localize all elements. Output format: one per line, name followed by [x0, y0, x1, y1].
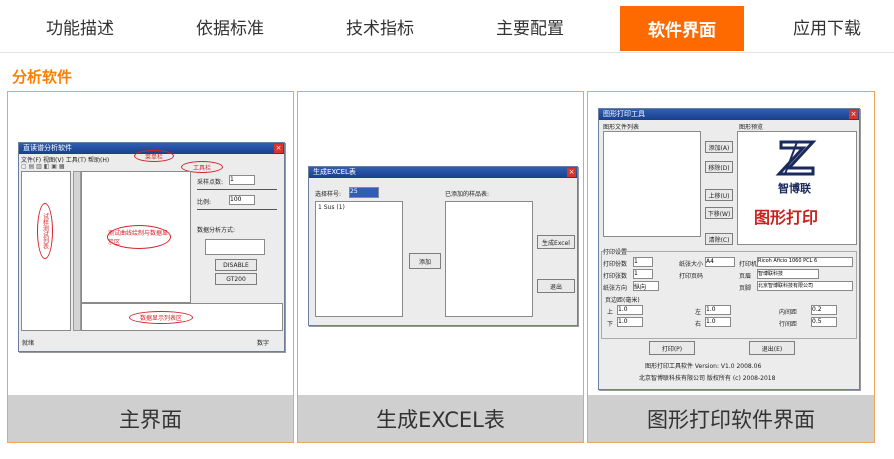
window-title: 图形打印工具	[599, 109, 859, 120]
list-item[interactable]: 1 Sus (1)	[318, 204, 345, 211]
orientation-label: 纸张方向	[603, 285, 628, 292]
screenshot-main-interface: 直读谱分析软件 × 文件(F) 视图(V) 工具(T) 帮助(H) 菜单栏 ▢ …	[8, 92, 293, 395]
printer-label: 打印机	[739, 261, 758, 268]
slider-a[interactable]	[197, 189, 277, 190]
sample-select-label: 选择样号:	[315, 191, 342, 198]
tab-specifications[interactable]: 技术指标	[300, 0, 460, 52]
slider-b[interactable]	[197, 209, 277, 210]
margin-top-input[interactable]: 1.0	[617, 305, 643, 315]
disable-button[interactable]: DISABLE	[215, 259, 257, 271]
margin-left-input[interactable]: 1.0	[705, 305, 731, 315]
header-input[interactable]: 智博联科技	[757, 269, 819, 279]
remove-file-button[interactable]: 移除(D)	[705, 161, 733, 173]
status-left: 就绪	[22, 340, 35, 347]
move-down-button[interactable]: 下移(W)	[705, 207, 733, 219]
screenshot-print-tool: 图形打印工具 × 图形文件列表 图形预览 添加(A) 移除(D) 上移(U) 下…	[588, 92, 874, 395]
copies-label: 打印份数	[603, 261, 628, 268]
bottom-annotation: 数据显示列表区	[129, 311, 193, 324]
added-list-label: 已添加的样品表:	[445, 191, 490, 198]
excel-window: 生成EXCEL表 × 选择样号: 25 已添加的样品表: 1 Sus (1) 添…	[308, 166, 578, 326]
tab-function-description[interactable]: 功能描述	[0, 0, 160, 52]
screenshot-excel-export: 生成EXCEL表 × 选择样号: 25 已添加的样品表: 1 Sus (1) 添…	[298, 92, 583, 395]
add-file-button[interactable]: 添加(A)	[705, 141, 733, 153]
main-window: 直读谱分析软件 × 文件(F) 视图(V) 工具(T) 帮助(H) 菜单栏 ▢ …	[18, 142, 285, 352]
center-annotation: 测试曲线绘制与数据显示区	[107, 225, 171, 249]
exit-button[interactable]: 退出(E)	[749, 341, 795, 355]
combo-label: 数据分析方式:	[197, 227, 236, 234]
margin-bottom-label: 下	[607, 321, 614, 328]
window-title-text: 生成EXCEL表	[313, 168, 356, 176]
margin-right-label: 右	[695, 321, 702, 328]
tab-configuration[interactable]: 主要配置	[450, 0, 610, 52]
param-b-input[interactable]: 100	[229, 195, 255, 205]
exit-button[interactable]: 退出	[537, 279, 575, 293]
preview-pane: 智博联 图形打印	[737, 131, 857, 245]
sample-list[interactable]: 1 Sus (1)	[315, 201, 403, 317]
gt200-button[interactable]: GT200	[215, 273, 257, 285]
paper-size-label: 纸张大小	[679, 261, 704, 268]
margin-bottom-input[interactable]: 1.0	[617, 317, 643, 327]
add-button[interactable]: 添加	[409, 253, 441, 269]
footer-label: 页脚	[739, 285, 752, 292]
window-title-text: 图形打印工具	[603, 110, 645, 118]
analysis-combo[interactable]	[205, 239, 265, 255]
tab-download[interactable]: 应用下载	[760, 0, 894, 52]
printer-select[interactable]: Ricoh Aficio 1060 PCL 6	[757, 257, 853, 267]
panel-print-tool[interactable]: 图形打印工具 × 图形文件列表 图形预览 添加(A) 移除(D) 上移(U) 下…	[587, 91, 875, 443]
close-icon[interactable]: ×	[274, 144, 283, 153]
panel-caption: 生成EXCEL表	[298, 395, 583, 442]
margin-left-label: 左	[695, 309, 702, 316]
footer-input[interactable]: 北京智博联科技有限公司	[757, 281, 853, 291]
window-title-text: 直读谱分析软件	[23, 144, 72, 152]
copies-input[interactable]: 1	[633, 257, 653, 267]
section-title: 分析软件	[12, 68, 73, 86]
margin-label: 页边距(毫米)	[605, 297, 640, 304]
param-a-label: 采样点数:	[197, 179, 224, 186]
orientation-select[interactable]: 纵向	[633, 281, 659, 291]
menu-annotation: 菜单栏	[134, 150, 174, 162]
margin-right-input[interactable]: 1.0	[705, 317, 731, 327]
tab-standards[interactable]: 依据标准	[150, 0, 310, 52]
generate-excel-button[interactable]: 生成Excel	[537, 235, 575, 249]
footer-version: 图形打印工具软件 Version: V1.0 2008.06	[645, 363, 762, 370]
param-a-input[interactable]: 1	[229, 175, 255, 185]
panel-caption: 图形打印软件界面	[588, 395, 874, 442]
scrollbar[interactable]	[73, 171, 81, 331]
added-list[interactable]	[445, 201, 533, 317]
toolbar-icons[interactable]: ▢ ▤ ▥ ◧ ▣ ▦	[21, 163, 65, 170]
preview-label: 图形预览	[739, 124, 764, 131]
zbl-logo-icon	[775, 140, 817, 176]
red-heading: 图形打印	[754, 208, 819, 227]
footer-copyright: 北京智博联科技有限公司 版权所有 (c) 2008-2018	[639, 375, 776, 382]
page-number-checkbox[interactable]: 打印页码	[679, 271, 703, 280]
sheets-label: 打印张数	[603, 273, 628, 280]
line-spacing-input[interactable]: 0.5	[811, 317, 837, 327]
header-label: 页眉	[739, 273, 752, 280]
tab-software-interface[interactable]: 软件界面	[620, 6, 744, 51]
tab-bar: 功能描述 依据标准 技术指标 主要配置 软件界面 应用下载	[0, 0, 894, 53]
file-list-label: 图形文件列表	[603, 124, 640, 131]
close-icon[interactable]: ×	[849, 110, 858, 119]
panel-main-interface[interactable]: 直读谱分析软件 × 文件(F) 视图(V) 工具(T) 帮助(H) 菜单栏 ▢ …	[7, 91, 294, 443]
print-button[interactable]: 打印(P)	[649, 341, 695, 355]
file-list[interactable]	[603, 131, 701, 237]
status-right: 数字	[257, 340, 270, 347]
logo-text: 智博联	[778, 182, 811, 195]
inner-spacing-label: 内间距	[779, 309, 798, 316]
sheets-input[interactable]: 1	[633, 269, 653, 279]
window-title: 生成EXCEL表	[309, 167, 577, 178]
close-icon[interactable]: ×	[567, 168, 576, 177]
clear-button[interactable]: 清除(C)	[705, 233, 733, 245]
margin-top-label: 上	[607, 309, 614, 316]
param-b-label: 比例:	[197, 199, 212, 206]
inner-spacing-input[interactable]: 0.2	[811, 305, 837, 315]
print-window: 图形打印工具 × 图形文件列表 图形预览 添加(A) 移除(D) 上移(U) 下…	[598, 108, 860, 390]
sample-combo[interactable]: 25	[349, 187, 379, 198]
left-annotation: 试样测试列表	[37, 203, 53, 259]
panel-excel-export[interactable]: 生成EXCEL表 × 选择样号: 25 已添加的样品表: 1 Sus (1) 添…	[297, 91, 584, 443]
line-spacing-label: 行间距	[779, 321, 798, 328]
paper-size-select[interactable]: A4	[705, 257, 735, 267]
move-up-button[interactable]: 上移(U)	[705, 189, 733, 201]
panel-caption: 主界面	[8, 395, 293, 442]
